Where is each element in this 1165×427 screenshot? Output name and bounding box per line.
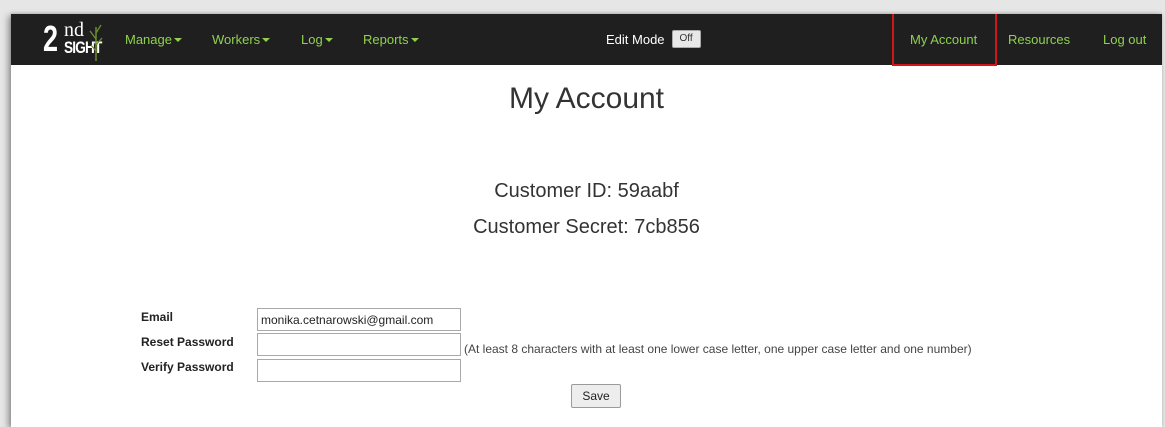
browser-page: 2 nd SIGHT Manage Workers Log Reports Ed… — [11, 14, 1162, 427]
caret-down-icon — [410, 37, 419, 42]
app-logo[interactable]: 2 nd SIGHT — [31, 17, 113, 61]
nav-link-label: My Account — [910, 32, 978, 47]
edit-mode-toggle[interactable]: Off — [671, 30, 701, 49]
nav-menu-log[interactable]: Log — [301, 14, 333, 65]
save-button[interactable]: Save — [571, 384, 621, 408]
nav-menu-label: Reports — [363, 32, 409, 47]
caret-down-icon — [173, 37, 182, 42]
edit-mode-label: Edit Mode — [606, 32, 665, 47]
email-label: Email — [141, 310, 174, 324]
nav-menu-reports[interactable]: Reports — [363, 14, 419, 65]
nav-menu-label: Manage — [125, 32, 172, 47]
email-field[interactable] — [257, 308, 461, 331]
password-hint: (At least 8 characters with at least one… — [464, 342, 972, 356]
nav-menu-manage[interactable]: Manage — [125, 14, 182, 65]
page-title: My Account — [508, 82, 665, 115]
logo-suffix: nd — [64, 19, 84, 41]
verify-password-label: Verify Password — [141, 360, 234, 374]
reset-password-field[interactable] — [257, 333, 461, 356]
nav-link-log-out[interactable]: Log out — [1103, 14, 1146, 65]
logo-number: 2 — [43, 18, 59, 59]
nav-link-label: Log out — [1103, 32, 1147, 47]
caret-down-icon — [324, 37, 333, 42]
nav-menu-workers[interactable]: Workers — [212, 14, 271, 65]
verify-password-field[interactable] — [257, 359, 461, 382]
plant-icon — [89, 24, 103, 61]
nav-link-label: Resources — [1008, 32, 1071, 47]
reset-password-label: Reset Password — [141, 335, 234, 349]
edit-mode-control: Edit Mode Off — [606, 14, 701, 65]
customer-id: Customer ID: 59aabf — [494, 180, 679, 202]
nav-menu-label: Workers — [212, 32, 261, 47]
nav-link-resources[interactable]: Resources — [1008, 14, 1070, 65]
customer-secret: Customer Secret: 7cb856 — [473, 216, 700, 238]
caret-down-icon — [262, 37, 271, 42]
nav-menu-label: Log — [301, 32, 323, 47]
nav-link-my-account[interactable]: My Account — [910, 14, 977, 65]
top-navbar: 2 nd SIGHT Manage Workers Log Reports Ed… — [11, 14, 1162, 66]
